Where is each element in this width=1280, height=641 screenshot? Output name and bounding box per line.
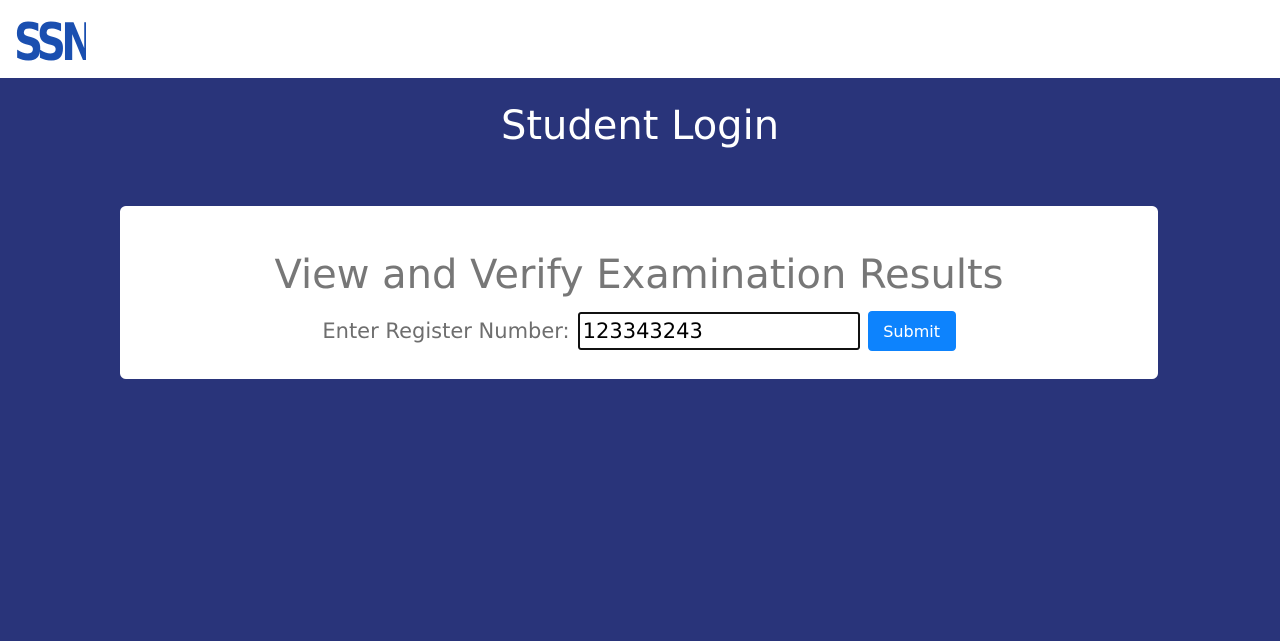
- site-header: SSN: [0, 0, 1280, 78]
- svg-text:SSN: SSN: [14, 12, 86, 68]
- register-number-label: Enter Register Number:: [322, 319, 570, 343]
- submit-button[interactable]: Submit: [867, 311, 956, 351]
- ssn-logo[interactable]: SSN: [14, 10, 96, 72]
- main-panel: Student Login View and Verify Examinatio…: [0, 78, 1280, 641]
- results-card: View and Verify Examination Results Ente…: [120, 206, 1158, 379]
- register-form: Enter Register Number: Submit: [120, 310, 1158, 352]
- page-title: Student Login: [500, 103, 780, 149]
- register-number-input[interactable]: [577, 312, 860, 350]
- card-heading: View and Verify Examination Results: [274, 252, 1004, 298]
- ssn-logo-graphic: SSN: [14, 12, 96, 72]
